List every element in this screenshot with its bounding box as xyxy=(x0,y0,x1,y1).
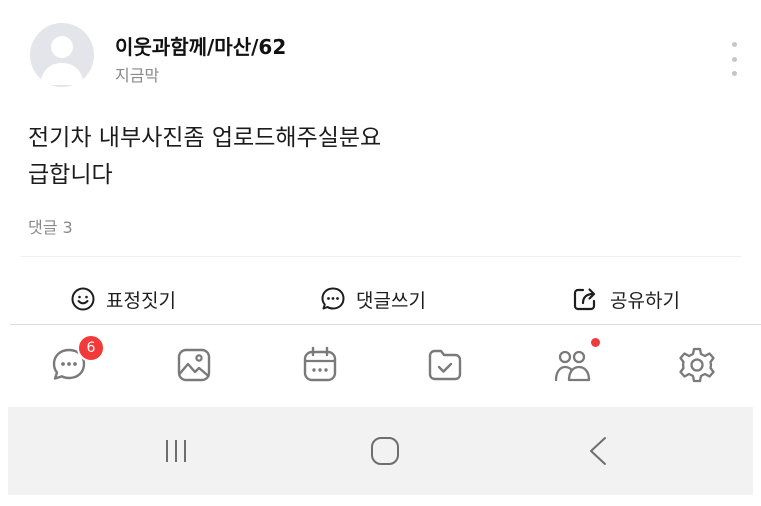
members-icon xyxy=(554,350,591,382)
recent-apps-icon xyxy=(166,440,186,462)
avatar[interactable] xyxy=(30,23,94,87)
post-action-bar: 표정짓기 댓글쓰기 공유하기 xyxy=(0,278,761,320)
write-comment-label: 댓글쓰기 xyxy=(356,289,426,312)
react-button[interactable]: 표정짓기 xyxy=(70,278,176,320)
tab-files[interactable] xyxy=(423,343,467,387)
smile-icon xyxy=(71,287,95,311)
post-time: 지금막 xyxy=(115,66,160,85)
tab-members[interactable] xyxy=(550,343,594,387)
bottom-tab-bar xyxy=(0,325,761,407)
comment-count[interactable]: 댓글 3 xyxy=(28,214,73,238)
system-navigation-bar xyxy=(8,407,753,495)
more-dot-icon xyxy=(731,56,737,62)
settings-icon xyxy=(679,347,715,383)
tab-calendar[interactable] xyxy=(298,343,342,387)
share-icon xyxy=(573,288,596,311)
home-icon xyxy=(371,437,399,465)
post-body: 전기차 내부사진좀 업로드해주실분요 급합니다 xyxy=(28,120,728,194)
folder-icon xyxy=(428,349,462,381)
author-name[interactable]: 이웃과함께/마산/62 xyxy=(115,31,286,60)
more-dot-icon xyxy=(731,71,737,76)
write-comment-button[interactable]: 댓글쓰기 xyxy=(320,278,426,320)
recent-apps-button[interactable] xyxy=(156,433,196,469)
gallery-icon xyxy=(177,348,211,382)
more-options-button[interactable] xyxy=(722,42,746,76)
chat-unread-badge: 6 xyxy=(77,334,105,362)
share-label: 공유하기 xyxy=(610,289,680,312)
react-label: 표정짓기 xyxy=(106,289,176,312)
tab-settings[interactable] xyxy=(675,343,719,387)
tab-gallery[interactable] xyxy=(172,343,216,387)
comment-bubble-icon xyxy=(321,287,345,310)
calendar-icon xyxy=(303,346,337,382)
share-button[interactable]: 공유하기 xyxy=(572,278,680,320)
post-body-line: 전기차 내부사진좀 업로드해주실분요 xyxy=(28,125,382,151)
default-profile-icon xyxy=(40,36,84,85)
post-header: 이웃과함께/마산/62 지금막 xyxy=(0,0,761,100)
home-button[interactable] xyxy=(365,433,405,469)
back-button[interactable] xyxy=(578,433,618,469)
back-icon xyxy=(590,437,606,465)
members-new-dot xyxy=(591,338,600,347)
more-dot-icon xyxy=(731,42,737,47)
post-body-line: 급합니다 xyxy=(28,162,113,188)
divider xyxy=(20,256,741,257)
